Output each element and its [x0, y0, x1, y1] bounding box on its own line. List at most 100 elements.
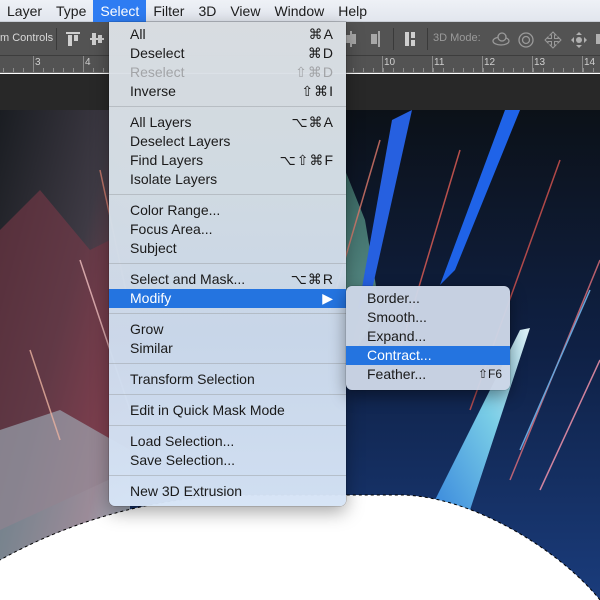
menu-3d[interactable]: 3D	[191, 0, 223, 22]
menu-item-all[interactable]: All ⌘A	[109, 25, 346, 44]
menu-item-similar[interactable]: Similar	[109, 339, 346, 358]
menu-item-new-3d-extrusion[interactable]: New 3D Extrusion	[109, 482, 346, 501]
menu-item-label: Focus Area...	[130, 221, 213, 237]
ruler-minor-tick	[413, 68, 414, 72]
ruler-label: 12	[484, 57, 496, 68]
menu-item-label: Contract...	[367, 347, 432, 363]
menu-window[interactable]: Window	[267, 0, 331, 22]
ruler-minor-tick	[383, 68, 384, 72]
menu-item-label: Grow	[130, 321, 164, 337]
slide-3d-icon[interactable]	[570, 31, 588, 49]
menu-item-shortcut: ⌥⌘R	[290, 271, 334, 287]
menu-item-label: Transform Selection	[130, 371, 255, 387]
ruler-minor-tick	[63, 68, 64, 72]
ruler-minor-tick	[363, 68, 364, 72]
menu-item-shortcut: ⌘D	[307, 45, 334, 61]
menu-item-find-layers[interactable]: Find Layers ⌥⇧⌘F	[109, 151, 346, 170]
submenu-item-feather[interactable]: Feather... ⇧F6	[346, 365, 510, 384]
pan-3d-icon[interactable]	[544, 31, 562, 49]
orbit-3d-icon[interactable]	[491, 31, 511, 47]
ruler-minor-tick	[473, 68, 474, 72]
menu-item-shortcut: ⌘A	[308, 26, 334, 42]
menu-item-label: Modify	[130, 290, 172, 306]
distribute-icon[interactable]	[404, 31, 416, 47]
menu-filter[interactable]: Filter	[146, 0, 191, 22]
ruler-minor-tick	[73, 68, 74, 72]
menu-item-all-layers[interactable]: All Layers ⌥⌘A	[109, 113, 346, 132]
menu-help[interactable]: Help	[331, 0, 374, 22]
align-bottom-edges-icon[interactable]	[345, 31, 357, 47]
menu-item-grow[interactable]: Grow	[109, 320, 346, 339]
menu-item-color-range[interactable]: Color Range...	[109, 201, 346, 220]
menu-separator	[109, 363, 346, 364]
ruler-minor-tick	[93, 68, 94, 72]
submenu-item-expand[interactable]: Expand...	[346, 327, 510, 346]
menu-item-label: Subject	[130, 240, 177, 256]
divider	[393, 28, 394, 50]
menu-view[interactable]: View	[223, 0, 267, 22]
ruler-minor-tick	[3, 68, 4, 72]
align-top-edges-icon[interactable]	[66, 31, 80, 47]
menu-item-shortcut: ⇧⌘D	[295, 64, 334, 80]
menu-item-label: Deselect	[130, 45, 185, 61]
submenu-item-contract[interactable]: Contract...	[346, 346, 510, 365]
ruler-minor-tick	[563, 68, 564, 72]
menu-item-deselect[interactable]: Deselect ⌘D	[109, 44, 346, 63]
submenu-item-border[interactable]: Border...	[346, 289, 510, 308]
menu-item-modify[interactable]: Modify ▶	[109, 289, 346, 308]
ruler-label: 13	[534, 57, 546, 68]
menu-item-label: Color Range...	[130, 202, 221, 218]
ruler-minor-tick	[43, 68, 44, 72]
menu-item-transform-selection[interactable]: Transform Selection	[109, 370, 346, 389]
menu-item-select-and-mask[interactable]: Select and Mask... ⌥⌘R	[109, 270, 346, 289]
divider	[56, 28, 57, 50]
ruler-minor-tick	[373, 68, 374, 72]
ruler-minor-tick	[483, 68, 484, 72]
menu-separator	[109, 425, 346, 426]
align-vertical-centers-icon[interactable]	[90, 31, 104, 47]
menu-item-label: Reselect	[130, 64, 185, 80]
menu-layer[interactable]: Layer	[0, 0, 49, 22]
ruler-minor-tick	[513, 68, 514, 72]
menu-item-label: All Layers	[130, 114, 192, 130]
menu-item-focus-area[interactable]: Focus Area...	[109, 220, 346, 239]
menu-item-deselect-layers[interactable]: Deselect Layers	[109, 132, 346, 151]
menu-select[interactable]: Select	[93, 0, 147, 22]
ruler-minor-tick	[393, 68, 394, 72]
scale-3d-icon[interactable]	[596, 34, 600, 44]
menu-item-load-selection[interactable]: Load Selection...	[109, 432, 346, 451]
menu-item-label: Feather...	[367, 366, 427, 382]
show-transform-controls-label[interactable]: m Controls	[0, 32, 53, 44]
ruler-label: 4	[85, 57, 91, 68]
menu-type[interactable]: Type	[49, 0, 93, 22]
ruler-minor-tick	[593, 68, 594, 72]
menu-item-subject[interactable]: Subject	[109, 239, 346, 258]
menu-item-label: New 3D Extrusion	[130, 483, 243, 499]
menu-item-label: Isolate Layers	[130, 171, 218, 187]
menu-item-save-selection[interactable]: Save Selection...	[109, 451, 346, 470]
ruler-minor-tick	[353, 68, 354, 72]
menu-item-inverse[interactable]: Inverse ⇧⌘I	[109, 82, 346, 101]
ruler-minor-tick	[573, 68, 574, 72]
menu-item-isolate-layers[interactable]: Isolate Layers	[109, 170, 346, 189]
menu-item-label: Select and Mask...	[130, 271, 246, 287]
menu-separator	[109, 194, 346, 195]
3d-mode-label: 3D Mode:	[433, 32, 481, 44]
align-horizontal-centers-icon[interactable]	[370, 31, 382, 47]
menu-item-label: Save Selection...	[130, 452, 236, 468]
ruler-minor-tick	[13, 68, 14, 72]
menu-item-label: Find Layers	[130, 152, 204, 168]
ruler-minor-tick	[543, 68, 544, 72]
menu-item-label: Edit in Quick Mask Mode	[130, 402, 285, 418]
divider	[427, 28, 428, 50]
menu-item-shortcut: ⇧⌘I	[301, 83, 334, 99]
modify-submenu: Border... Smooth... Expand... Contract..…	[346, 286, 510, 390]
ruler-label: 14	[584, 57, 596, 68]
menu-item-quick-mask[interactable]: Edit in Quick Mask Mode	[109, 401, 346, 420]
ruler-minor-tick	[493, 68, 494, 72]
submenu-item-smooth[interactable]: Smooth...	[346, 308, 510, 327]
menu-separator	[109, 263, 346, 264]
roll-3d-icon[interactable]	[517, 31, 535, 49]
menu-item-label: Inverse	[130, 83, 176, 99]
ruler-minor-tick	[403, 68, 404, 72]
